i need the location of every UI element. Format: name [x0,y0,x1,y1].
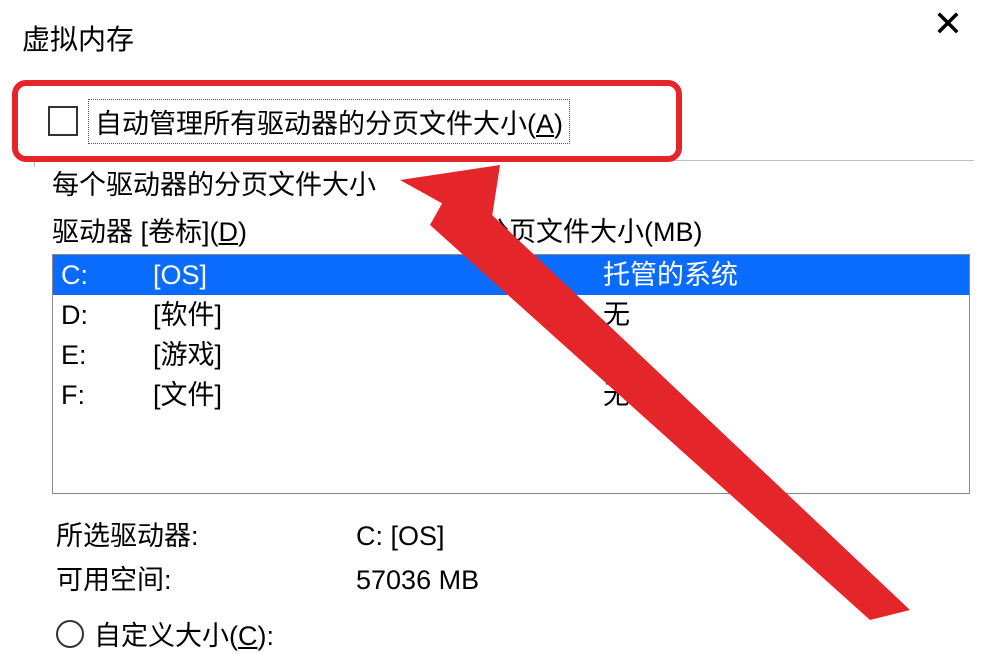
selected-drive-info: 所选驱动器: C: [OS] 可用空间: 57036 MB [56,514,956,602]
free-space-label: 可用空间: [56,558,172,602]
auto-manage-checkbox[interactable] [48,106,78,136]
drive-label: [OS] [153,255,207,295]
custom-size-radio[interactable] [56,620,84,648]
drive-pagefile-size: 无 [603,295,630,335]
drive-label: [游戏] [153,335,222,375]
selected-drive-value: C: [OS] [356,514,445,558]
selected-drive-label: 所选驱动器: [56,514,199,558]
drive-letter: E: [61,335,87,375]
drive-row[interactable]: C: [OS] 托管的系统 [53,255,969,295]
drive-letter: D: [61,295,88,335]
custom-size-label: 自定义大小(C): [94,614,274,653]
drive-listbox[interactable]: C: [OS] 托管的系统 D: [软件] 无 E: [游戏] 无 F: [文件] 无 [52,254,970,494]
drive-row[interactable]: E: [游戏] 无 [53,335,969,375]
drive-letter: F: [61,375,85,415]
auto-manage-label: 自动管理所有驱动器的分页文件大小(A) [95,109,563,139]
drive-row[interactable]: F: [文件] 无 [53,375,969,415]
drive-label: [文件] [153,375,222,415]
auto-manage-label-wrap[interactable]: 自动管理所有驱动器的分页文件大小(A) [88,99,570,144]
free-space-value: 57036 MB [356,558,479,602]
auto-manage-highlight: 自动管理所有驱动器的分页文件大小(A) [12,80,682,162]
groupbox-title: 每个驱动器的分页文件大小 [46,163,382,202]
column-header-drive: 驱动器 [卷标](D) [52,210,247,249]
drive-pagefile-size: 托管的系统 [603,255,738,295]
title-bar: 虚拟内存 ✕ [0,0,981,58]
drive-row[interactable]: D: [软件] 无 [53,295,969,335]
drive-label: [软件] [153,295,222,335]
close-icon[interactable]: ✕ [933,6,963,42]
drive-pagefile-size: 无 [603,335,630,375]
drive-pagefile-size: 无 [603,375,630,415]
drive-letter: C: [61,255,88,295]
window-title: 虚拟内存 [22,24,134,55]
custom-size-row[interactable]: 自定义大小(C): [56,614,274,653]
column-header-size: 分页文件大小(MB) [482,210,702,249]
